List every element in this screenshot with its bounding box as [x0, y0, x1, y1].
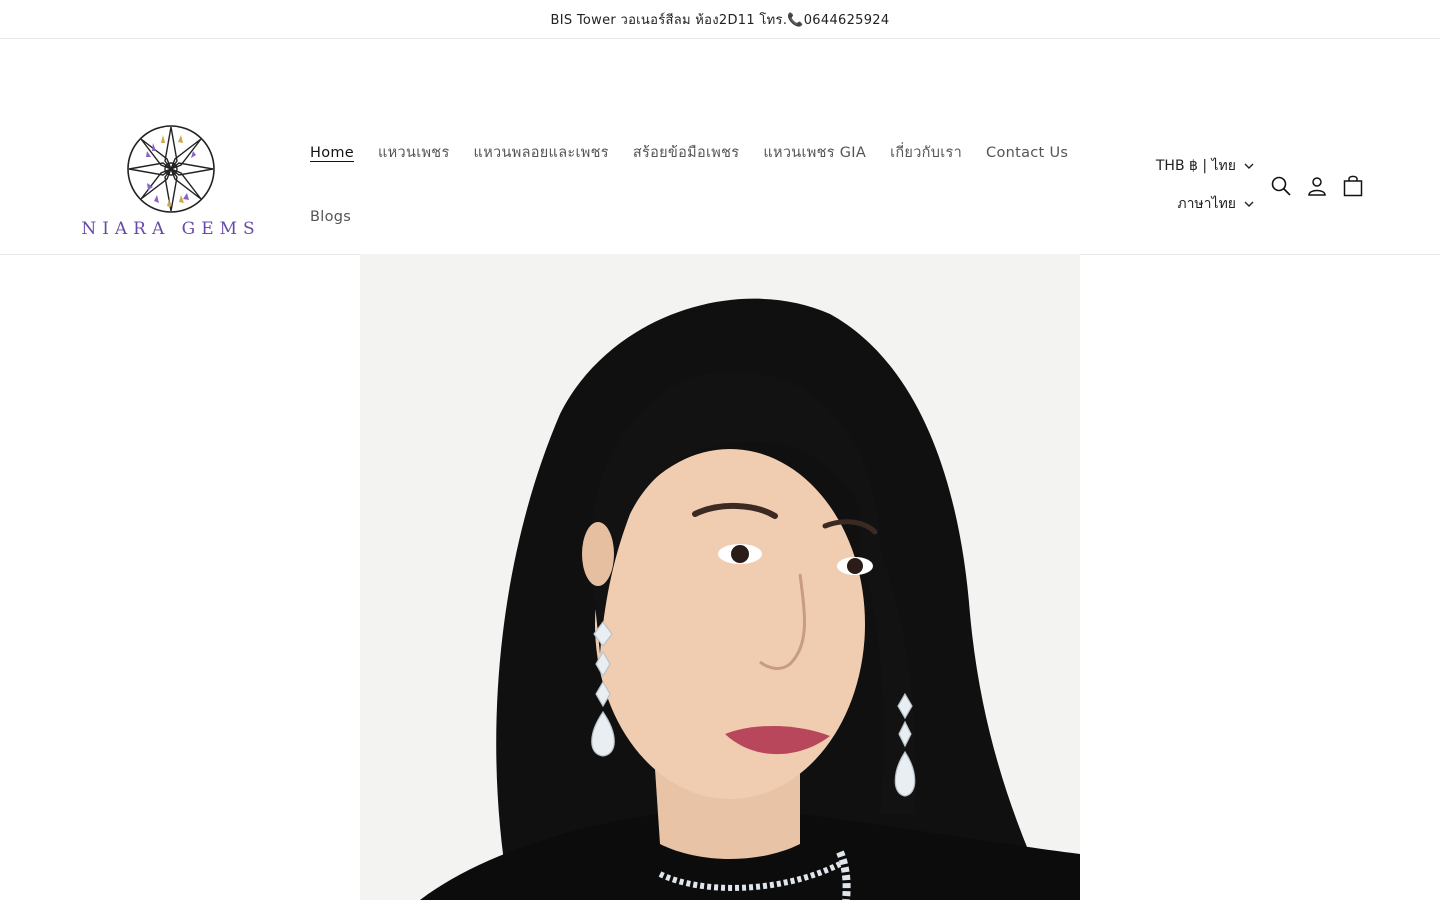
store-logo[interactable]: NIARA GEMS: [81, 121, 261, 241]
account-button[interactable]: [1306, 173, 1328, 199]
search-icon: [1271, 176, 1291, 196]
nav-item-label: แหวนพลอยและเพชร: [473, 145, 609, 161]
cart-button[interactable]: [1342, 173, 1364, 199]
nav-item-label: Blogs: [310, 209, 352, 225]
chevron-down-icon: [1244, 201, 1254, 207]
main-nav: Home แหวนเพชร แหวนพลอยและเพชร สร้อยข้อมื…: [298, 142, 1098, 228]
nav-item-contact-us[interactable]: Contact Us: [974, 142, 1080, 164]
announcement-text: BIS Tower วอเนอร์สีลม ห้อง2D11 โทร.📞0644…: [550, 12, 890, 28]
cart-icon: [1343, 175, 1363, 197]
logo-mark-icon: [127, 125, 215, 213]
language-selector[interactable]: ภาษาไทย: [1177, 193, 1254, 215]
hero-image[interactable]: [360, 254, 1080, 900]
currency-selector[interactable]: THB ฿ | ไทย: [1156, 155, 1254, 177]
nav-item-diamond-bracelets[interactable]: สร้อยข้อมือเพชร: [621, 142, 751, 164]
nav-item-label: แหวนเพชร: [378, 145, 450, 161]
nav-item-about-us[interactable]: เกี่ยวกับเรา: [878, 142, 974, 164]
currency-label: THB ฿ | ไทย: [1155, 158, 1236, 174]
localization-selectors: THB ฿ | ไทย ภาษาไทย: [1156, 155, 1254, 215]
nav-item-label: Contact Us: [986, 145, 1069, 161]
search-button[interactable]: [1270, 173, 1292, 199]
nav-item-gem-diamond-rings[interactable]: แหวนพลอยและเพชร: [462, 142, 621, 164]
chevron-down-icon: [1244, 163, 1254, 169]
nav-item-gia-diamond-rings[interactable]: แหวนเพชร GIA: [751, 142, 878, 164]
hero-model-illustration: [360, 254, 1080, 900]
site-header: NIARA GEMS Home แหวนเพชร แหวนพลอยและเพชร…: [0, 39, 1440, 255]
header-icons: [1270, 173, 1364, 199]
nav-item-home[interactable]: Home: [298, 142, 366, 164]
nav-item-label: แหวนเพชร GIA: [763, 145, 867, 161]
nav-item-label: Home: [310, 145, 355, 161]
nav-item-blogs[interactable]: Blogs: [298, 206, 363, 228]
nav-item-label: สร้อยข้อมือเพชร: [632, 145, 740, 161]
logo-text: NIARA GEMS: [81, 219, 261, 239]
nav-item-label: เกี่ยวกับเรา: [890, 145, 963, 161]
nav-item-diamond-rings[interactable]: แหวนเพชร: [366, 142, 462, 164]
account-icon: [1308, 177, 1326, 196]
language-label: ภาษาไทย: [1177, 196, 1236, 212]
announcement-bar: BIS Tower วอเนอร์สีลม ห้อง2D11 โทร.📞0644…: [0, 0, 1440, 39]
